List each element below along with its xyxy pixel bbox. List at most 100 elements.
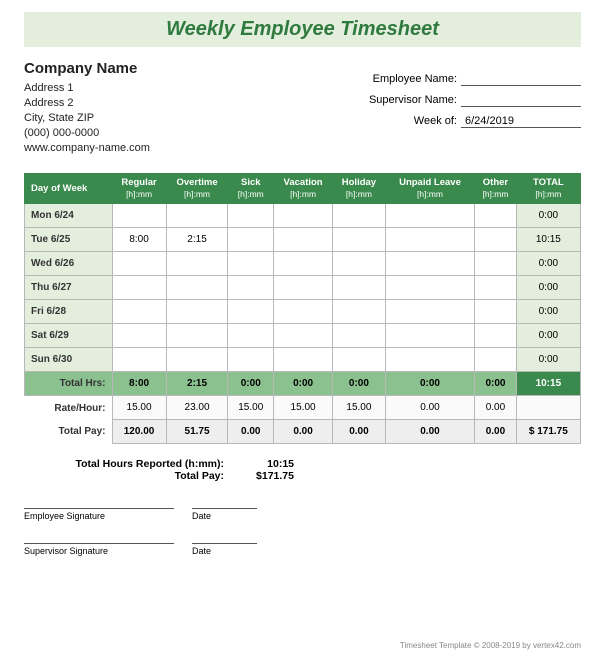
pay-total: $ 171.75 [516, 420, 580, 444]
cell-overtime[interactable]: 2:15 [166, 228, 228, 252]
company-address2: Address 2 [24, 96, 150, 111]
table-row: Fri 6/28 0:00 [25, 300, 581, 324]
company-phone: (000) 000-0000 [24, 126, 150, 141]
supervisor-signature-line[interactable]: Supervisor Signature [24, 543, 174, 556]
cell-holiday[interactable] [333, 276, 386, 300]
cell-total: 0:00 [516, 300, 580, 324]
cell-other[interactable] [475, 252, 517, 276]
day-label: Thu 6/27 [25, 276, 113, 300]
cell-overtime[interactable] [166, 204, 228, 228]
header-sick: Sick[h]:mm [228, 174, 274, 204]
cell-unpaid[interactable] [385, 252, 474, 276]
cell-total: 10:15 [516, 228, 580, 252]
cell-regular[interactable] [112, 348, 166, 372]
rate-sick[interactable]: 15.00 [228, 396, 274, 420]
header-regular: Regular[h]:mm [112, 174, 166, 204]
cell-overtime[interactable] [166, 252, 228, 276]
cell-other[interactable] [475, 300, 517, 324]
cell-vacation[interactable] [274, 228, 333, 252]
cell-unpaid[interactable] [385, 300, 474, 324]
company-city-state-zip: City, State ZIP [24, 111, 150, 126]
totalhrs-other: 0:00 [475, 372, 517, 396]
supervisor-date-line[interactable]: Date [192, 543, 257, 556]
timesheet-table: Day of Week Regular[h]:mm Overtime[h]:mm… [24, 173, 581, 444]
pay-unpaid: 0.00 [385, 420, 474, 444]
cell-vacation[interactable] [274, 324, 333, 348]
cell-holiday[interactable] [333, 300, 386, 324]
cell-unpaid[interactable] [385, 324, 474, 348]
week-of-field[interactable]: 6/24/2019 [461, 115, 581, 128]
cell-overtime[interactable] [166, 324, 228, 348]
table-row: Sun 6/30 0:00 [25, 348, 581, 372]
summary-hours-label: Total Hours Reported (h:mm): [24, 458, 224, 470]
employee-name-label: Employee Name: [357, 73, 457, 86]
table-row: Sat 6/290:00 [25, 324, 581, 348]
employee-name-field[interactable] [461, 73, 581, 86]
cell-regular[interactable] [112, 204, 166, 228]
cell-regular[interactable] [112, 300, 166, 324]
cell-other[interactable] [475, 276, 517, 300]
cell-holiday[interactable] [333, 228, 386, 252]
cell-sick[interactable] [228, 324, 274, 348]
cell-total: 0:00 [516, 348, 580, 372]
day-label: Sat 6/29 [25, 324, 113, 348]
cell-vacation[interactable] [274, 300, 333, 324]
rate-other[interactable]: 0.00 [475, 396, 517, 420]
table-row: Wed 6/260:00 [25, 252, 581, 276]
cell-unpaid[interactable] [385, 276, 474, 300]
cell-holiday[interactable] [333, 204, 386, 228]
totalhrs-overtime: 2:15 [166, 372, 228, 396]
supervisor-name-field[interactable] [461, 94, 581, 107]
page-title: Weekly Employee Timesheet [24, 18, 581, 41]
rate-vacation[interactable]: 15.00 [274, 396, 333, 420]
table-row: Tue 6/258:002:1510:15 [25, 228, 581, 252]
header-day: Day of Week [25, 174, 113, 204]
cell-regular[interactable] [112, 276, 166, 300]
cell-sick[interactable] [228, 252, 274, 276]
cell-holiday[interactable] [333, 324, 386, 348]
rate-label: Rate/Hour: [25, 396, 113, 420]
cell-vacation[interactable] [274, 252, 333, 276]
table-row: Mon 6/24 0:00 [25, 204, 581, 228]
cell-vacation[interactable] [274, 348, 333, 372]
pay-vacation: 0.00 [274, 420, 333, 444]
cell-overtime[interactable] [166, 300, 228, 324]
day-label: Mon 6/24 [25, 204, 113, 228]
cell-overtime[interactable] [166, 276, 228, 300]
cell-other[interactable] [475, 324, 517, 348]
cell-holiday[interactable] [333, 348, 386, 372]
pay-regular: 120.00 [112, 420, 166, 444]
cell-unpaid[interactable] [385, 204, 474, 228]
cell-overtime[interactable] [166, 348, 228, 372]
cell-regular[interactable] [112, 324, 166, 348]
cell-regular[interactable] [112, 252, 166, 276]
title-bar: Weekly Employee Timesheet [24, 12, 581, 47]
cell-unpaid[interactable] [385, 228, 474, 252]
cell-total: 0:00 [516, 204, 580, 228]
rate-overtime[interactable]: 23.00 [166, 396, 228, 420]
cell-sick[interactable] [228, 300, 274, 324]
day-label: Fri 6/28 [25, 300, 113, 324]
cell-vacation[interactable] [274, 204, 333, 228]
totalhrs-holiday: 0:00 [333, 372, 386, 396]
cell-regular[interactable]: 8:00 [112, 228, 166, 252]
cell-sick[interactable] [228, 348, 274, 372]
cell-other[interactable] [475, 348, 517, 372]
cell-other[interactable] [475, 204, 517, 228]
cell-sick[interactable] [228, 228, 274, 252]
employee-date-line[interactable]: Date [192, 508, 257, 521]
rate-regular[interactable]: 15.00 [112, 396, 166, 420]
header-total: TOTAL[h]:mm [516, 174, 580, 204]
cell-vacation[interactable] [274, 276, 333, 300]
cell-sick[interactable] [228, 276, 274, 300]
cell-total: 0:00 [516, 252, 580, 276]
cell-sick[interactable] [228, 204, 274, 228]
cell-unpaid[interactable] [385, 348, 474, 372]
pay-other: 0.00 [475, 420, 517, 444]
cell-other[interactable] [475, 228, 517, 252]
day-label: Sun 6/30 [25, 348, 113, 372]
cell-holiday[interactable] [333, 252, 386, 276]
employee-signature-line[interactable]: Employee Signature [24, 508, 174, 521]
rate-holiday[interactable]: 15.00 [333, 396, 386, 420]
rate-unpaid[interactable]: 0.00 [385, 396, 474, 420]
